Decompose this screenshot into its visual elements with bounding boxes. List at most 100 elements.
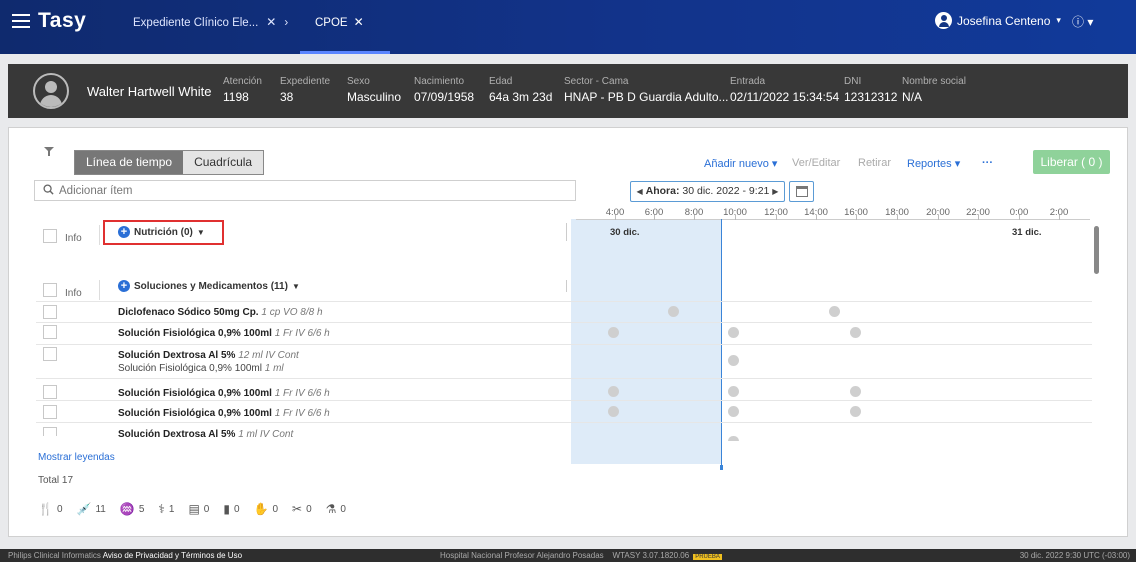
- schedule-dot[interactable]: [728, 355, 739, 366]
- search-input[interactable]: [59, 183, 559, 199]
- schedule-dot[interactable]: [728, 436, 739, 441]
- now-label: Ahora:: [645, 185, 680, 197]
- schedule-dot[interactable]: [829, 306, 840, 317]
- app-logo: Tasy: [38, 9, 87, 32]
- schedule-dot[interactable]: [850, 327, 861, 338]
- close-icon[interactable]: ✕: [266, 15, 276, 29]
- schedule-dot[interactable]: [728, 386, 739, 397]
- highlight-box: [103, 220, 224, 245]
- patient-name: Walter Hartwell White: [87, 84, 212, 99]
- legend-item: ♒ 5: [120, 502, 145, 516]
- legend-count: 0: [56, 503, 63, 515]
- avatar: [33, 73, 69, 109]
- select-all-nutrition-checkbox[interactable]: [43, 229, 57, 243]
- table-row[interactable]: Diclofenaco Sódico 50mg Cp. 1 cp VO 8/8 …: [118, 307, 323, 318]
- info-column-label: Info: [65, 288, 82, 299]
- footer-center: Hospital Nacional Profesor Alejandro Pos…: [440, 549, 722, 562]
- previous-icon[interactable]: ◀: [637, 187, 643, 196]
- info-icon[interactable]: ⓘ ▾: [1072, 13, 1093, 30]
- medication-name: Solución Fisiológica 0,9% 100ml: [118, 363, 262, 374]
- document-icon: ▤: [188, 502, 200, 516]
- medication-detail: 1 ml: [264, 363, 284, 374]
- field-label: Entrada: [730, 76, 766, 87]
- column-divider: [99, 225, 100, 245]
- medication-detail: 1 Fr IV 6/6 h: [274, 328, 330, 339]
- user-menu[interactable]: Josefina Centeno ▾: [935, 12, 1061, 29]
- row-checkbox[interactable]: [43, 347, 57, 361]
- row-checkbox[interactable]: [43, 427, 57, 436]
- schedule-dot[interactable]: [668, 306, 679, 317]
- close-icon[interactable]: ✕: [354, 15, 364, 29]
- field-label: Expediente: [280, 76, 331, 87]
- row-checkbox[interactable]: [43, 385, 57, 399]
- add-icon[interactable]: +: [118, 280, 130, 292]
- view-grid-button[interactable]: Cuadrícula: [183, 151, 264, 174]
- view-timeline-button[interactable]: Línea de tiempo: [75, 151, 184, 174]
- release-button[interactable]: Liberar ( 0 ): [1033, 150, 1110, 174]
- legend-count: 11: [95, 503, 106, 515]
- privacy-link[interactable]: Aviso de Privacidad y Términos de Uso: [103, 551, 242, 560]
- vertical-scrollbar[interactable]: [1094, 226, 1099, 274]
- legend-count: 0: [203, 503, 210, 515]
- add-new-button[interactable]: Añadir nuevo ▾: [704, 157, 777, 170]
- group-label: Soluciones y Medicamentos (11): [134, 280, 288, 292]
- medication-detail: 1 cp VO 8/8 h: [261, 307, 323, 318]
- tab-label: CPOE: [315, 17, 348, 29]
- field-label: DNI: [844, 76, 862, 87]
- footer-datetime: 30 dic. 2022 9:30 UTC (-03:00): [1019, 551, 1130, 560]
- calendar-icon: [796, 186, 808, 197]
- schedule-dot[interactable]: [608, 386, 619, 397]
- schedule-dot[interactable]: [608, 327, 619, 338]
- group-solutions[interactable]: + Soluciones y Medicamentos (11) ▼: [118, 280, 300, 292]
- reports-button[interactable]: Reportes ▾: [907, 157, 960, 170]
- table-row[interactable]: Solución Fisiológica 0,9% 100ml 1 Fr IV …: [118, 408, 330, 419]
- schedule-dot[interactable]: [728, 406, 739, 417]
- chevron-right-icon[interactable]: ›: [284, 17, 288, 29]
- medication-detail: 12 ml IV Cont: [238, 350, 299, 361]
- select-all-solutions-checkbox[interactable]: [43, 283, 57, 297]
- chevron-down-icon: ▾: [954, 158, 961, 170]
- environment-badge: PRUEBA: [693, 554, 722, 560]
- next-icon[interactable]: ▶: [772, 187, 778, 196]
- field-value: 12312312: [844, 90, 898, 104]
- schedule-dot[interactable]: [850, 386, 861, 397]
- field-value: N/A: [902, 90, 923, 104]
- menu-icon[interactable]: [12, 14, 30, 28]
- tab-cpoe[interactable]: CPOE ✕: [315, 15, 364, 29]
- table-row[interactable]: Solución Dextrosa Al 5% 12 ml IV Cont: [118, 350, 299, 361]
- row-checkbox[interactable]: [43, 405, 57, 419]
- legend-item: ▮ 0: [223, 502, 239, 516]
- filter-icon[interactable]: [44, 147, 54, 157]
- field-label: Atención: [223, 76, 262, 87]
- more-button[interactable]: ···: [982, 157, 993, 169]
- table-row[interactable]: Solución Fisiológica 0,9% 100ml 1 Fr IV …: [118, 328, 330, 339]
- calendar-button[interactable]: [789, 181, 814, 202]
- medication-name: Solución Dextrosa Al 5%: [118, 429, 236, 440]
- now-value: 30 dic. 2022 - 9:21: [682, 185, 770, 197]
- patient-field-nombre-social: Nombre social N/A: [902, 76, 966, 104]
- column-divider: [566, 223, 567, 241]
- field-label: Nombre social: [902, 76, 966, 87]
- day-label: 30 dic.: [610, 227, 640, 238]
- add-new-label: Añadir nuevo: [704, 158, 769, 170]
- column-divider: [99, 280, 100, 300]
- chevron-down-icon: ▼: [291, 281, 300, 291]
- tab-label: Expediente Clínico Ele...: [133, 17, 259, 29]
- now-navigator[interactable]: ◀ Ahora: 30 dic. 2022 - 9:21 ▶: [630, 181, 785, 202]
- schedule-dot[interactable]: [728, 327, 739, 338]
- row-divider: [36, 400, 1092, 401]
- remove-button[interactable]: Retirar: [858, 157, 891, 169]
- row-checkbox[interactable]: [43, 305, 57, 319]
- row-checkbox[interactable]: [43, 325, 57, 339]
- lungs-icon: ♒: [119, 502, 135, 516]
- schedule-dot[interactable]: [850, 406, 861, 417]
- show-legends-link[interactable]: Mostrar leyendas: [38, 452, 115, 463]
- table-row[interactable]: Solución Dextrosa Al 5% 1 ml IV Cont: [118, 429, 293, 440]
- table-row[interactable]: Solución Fisiológica 0,9% 100ml 1 Fr IV …: [118, 388, 330, 399]
- tick-mark: [776, 215, 777, 220]
- schedule-dot[interactable]: [608, 406, 619, 417]
- tick-mark: [856, 215, 857, 220]
- view-edit-button[interactable]: Ver/Editar: [792, 157, 840, 169]
- tab-expediente[interactable]: Expediente Clínico Ele... ✕ ›: [133, 15, 288, 29]
- field-value: 38: [280, 90, 294, 104]
